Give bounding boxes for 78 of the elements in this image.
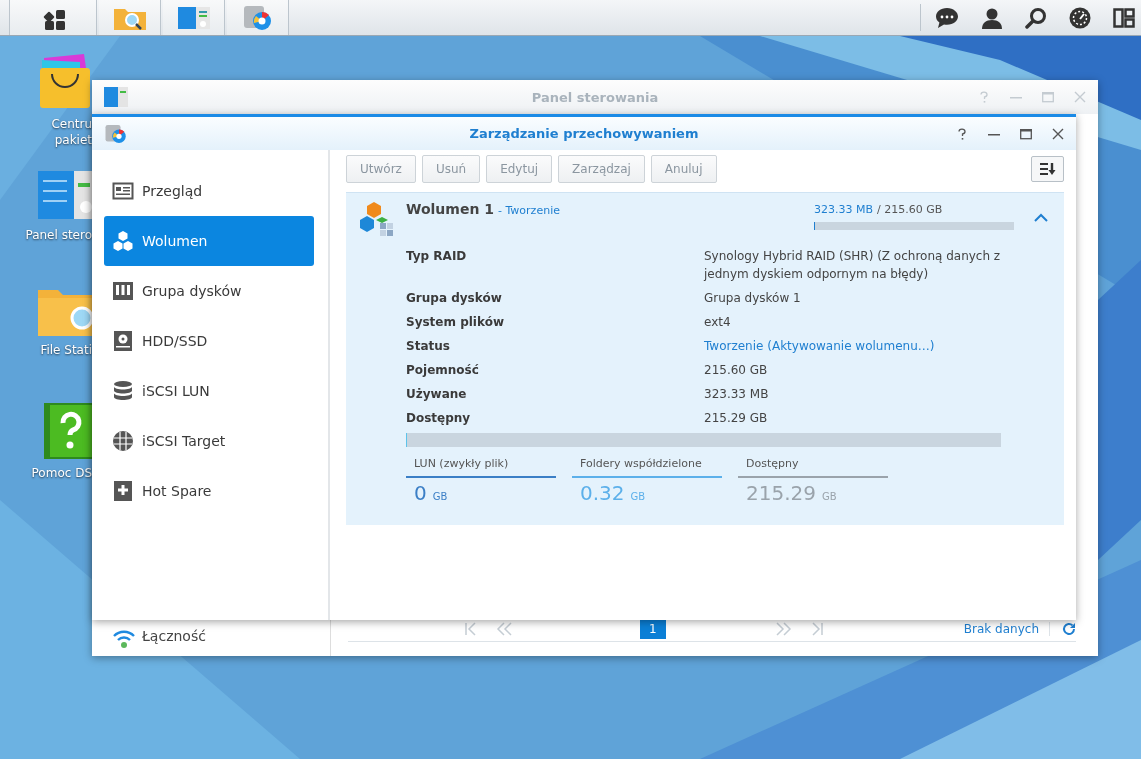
desktop-icon-label[interactable]: Pomoc DS bbox=[31, 465, 92, 481]
window-title: Panel sterowania bbox=[531, 89, 659, 105]
desktop-icon-label[interactable]: pakiet bbox=[54, 132, 92, 148]
control-panel-button[interactable] bbox=[163, 0, 225, 35]
control-panel-icon bbox=[176, 4, 211, 31]
sort-button[interactable] bbox=[1031, 156, 1064, 182]
legend-unit: GB bbox=[822, 491, 837, 502]
legend-value: 0 bbox=[414, 481, 427, 505]
detail-label: Dostępny bbox=[406, 410, 472, 427]
storage-chart-icon bbox=[104, 122, 128, 145]
search-icon[interactable] bbox=[1025, 6, 1047, 29]
sidebar-item[interactable]: Wolumen bbox=[104, 216, 314, 266]
toolbar-button[interactable]: Usuń bbox=[421, 155, 481, 183]
detail-value: 215.29 GB bbox=[704, 410, 769, 427]
legend-value: 215.29 bbox=[746, 481, 816, 505]
help-icon[interactable] bbox=[956, 127, 968, 140]
wifi-icon bbox=[112, 628, 136, 648]
pager-status: Brak danych bbox=[963, 622, 1050, 636]
detail-label: Używane bbox=[406, 386, 468, 403]
sidebar-item[interactable]: Łączność bbox=[92, 628, 330, 656]
detail-value: 215.60 GB bbox=[704, 362, 769, 379]
toolbar-button[interactable]: Zarządzaj bbox=[558, 155, 645, 183]
maximize-icon[interactable] bbox=[1020, 127, 1032, 140]
cubes-icon bbox=[358, 201, 394, 237]
legend-label: LUN (zwykły plik) bbox=[413, 456, 510, 472]
detail-label: System plików bbox=[406, 314, 505, 331]
user-icon[interactable] bbox=[981, 6, 1003, 29]
sidebar-item[interactable]: HDD/SSD bbox=[104, 316, 314, 366]
detail-label: Status bbox=[406, 338, 451, 355]
storage-chart-icon bbox=[241, 3, 274, 32]
used-size: 323.33 MB bbox=[814, 203, 874, 216]
toolbar-button[interactable]: Anuluj bbox=[650, 155, 717, 183]
total-size: / 215.60 GB bbox=[877, 203, 943, 216]
legend-label: Dostępny bbox=[745, 456, 800, 472]
desktop-icon-label[interactable]: Centru bbox=[51, 116, 92, 132]
grid-icon bbox=[43, 8, 67, 32]
overview-icon bbox=[112, 180, 134, 202]
detail-value: Synology Hybrid RAID (SHR) (Z ochroną danych z jednym dyskiem odpornym na błędy) bbox=[704, 248, 1002, 283]
database-icon bbox=[112, 380, 134, 402]
detail-value: ext4 bbox=[704, 314, 732, 331]
legend-unit: GB bbox=[432, 491, 448, 502]
main-menu-button[interactable] bbox=[9, 0, 97, 35]
close-icon[interactable] bbox=[1052, 127, 1064, 140]
window-title: Zarządzanie przechowywaniem bbox=[469, 126, 699, 141]
cubes-icon bbox=[112, 230, 134, 252]
detail-value: 323.33 MB bbox=[704, 386, 770, 403]
detail-label: Pojemność bbox=[406, 362, 480, 379]
detail-label: Typ RAID bbox=[406, 248, 468, 265]
desktop-icon-label[interactable]: Panel stero bbox=[25, 227, 92, 243]
shopping-bag-icon bbox=[38, 52, 92, 110]
storage-manager-button[interactable] bbox=[227, 0, 289, 35]
chat-icon[interactable] bbox=[935, 6, 959, 29]
collapse-icon[interactable] bbox=[1034, 213, 1048, 223]
volume-status: - Tworzenie bbox=[498, 204, 560, 217]
sidebar-item[interactable]: iSCSI Target bbox=[104, 416, 314, 466]
refresh-icon[interactable] bbox=[1062, 622, 1076, 636]
volume-name: Wolumen 1 bbox=[406, 201, 494, 217]
globe-icon bbox=[112, 430, 134, 452]
desktop-icon-label[interactable]: File Stati bbox=[40, 342, 92, 358]
detail-label: Grupa dysków bbox=[406, 290, 503, 307]
bars-icon bbox=[112, 280, 134, 302]
control-panel-icon bbox=[104, 86, 128, 108]
widgets-icon[interactable] bbox=[1113, 6, 1135, 29]
sidebar-item[interactable]: Hot Spare bbox=[104, 466, 314, 516]
detail-value: Grupa dysków 1 bbox=[704, 290, 802, 307]
toolbar-button[interactable]: Edytuj bbox=[486, 155, 553, 183]
legend-value: 0.32 bbox=[580, 481, 625, 505]
sort-icon bbox=[1038, 162, 1057, 176]
status-value: Tworzenie (Aktywowanie wolumenu…) bbox=[704, 338, 936, 355]
legend-unit: GB bbox=[630, 491, 646, 502]
sidebar-item[interactable]: iSCSI LUN bbox=[104, 366, 314, 416]
toolbar-button[interactable]: Utwórz bbox=[346, 155, 416, 183]
gauge-icon[interactable] bbox=[1069, 6, 1091, 29]
sidebar-item[interactable]: Przegląd bbox=[104, 166, 314, 216]
legend-label: Foldery współdzielone bbox=[579, 456, 703, 472]
page-number[interactable]: 1 bbox=[640, 619, 666, 639]
sidebar-item[interactable]: Grupa dysków bbox=[104, 266, 314, 316]
plus-box-icon bbox=[112, 480, 134, 502]
